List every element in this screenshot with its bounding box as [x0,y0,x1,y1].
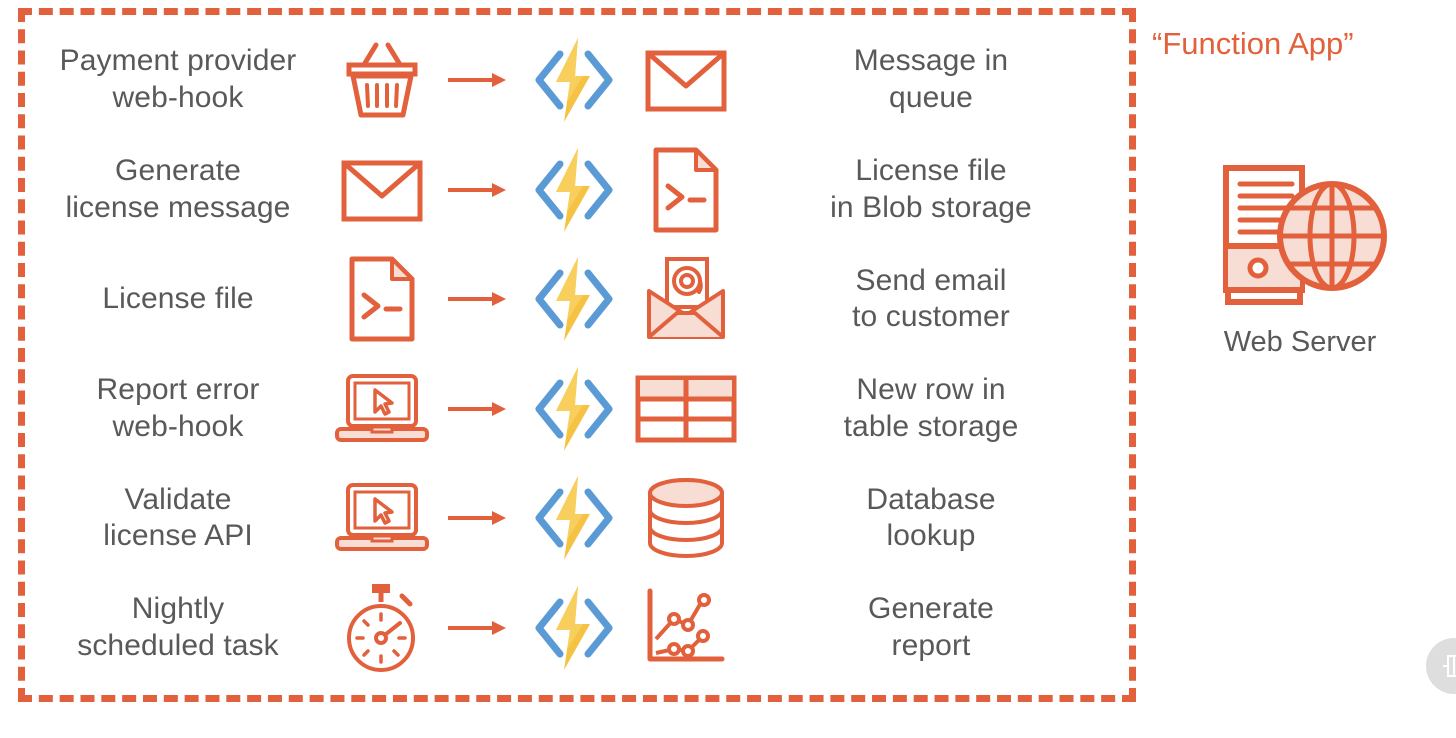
azure-functions-icon [518,32,630,128]
azure-functions-icon [518,361,630,457]
shopping-basket-icon [328,37,436,123]
presentation-badge-icon[interactable] [1426,638,1456,694]
diagram-canvas: Payment provider web-hook Message in que… [0,0,1456,738]
arrow-right-icon [436,398,518,420]
license-file-icon [630,146,742,234]
flow-row: Nightly scheduled task Generate report [28,576,1126,680]
line-chart-icon [630,587,742,669]
arrow-right-icon [436,179,518,201]
trigger-label: Generate license message [65,154,291,224]
output-label: Message in queue [853,44,1009,114]
function-app-title: “Function App” [1152,26,1354,61]
laptop-cursor-icon [328,481,436,555]
flow-row: Generate license message License file in… [28,138,1126,242]
arrow-right-icon [436,617,518,639]
output-label: License file in Blob storage [830,154,1032,224]
flow-row: Payment provider web-hook Message in que… [28,28,1126,132]
web-server-globe-icon [1202,160,1398,316]
arrow-right-icon [436,507,518,529]
license-file-icon [328,255,436,343]
trigger-label: Nightly scheduled task [77,592,279,662]
database-icon [630,475,742,561]
arrow-right-icon [436,288,518,310]
web-server-label: Web Server [1223,326,1377,358]
azure-functions-icon [518,580,630,676]
laptop-cursor-icon [328,372,436,446]
web-server-block: Web Server [1152,160,1448,359]
trigger-label: License file [102,281,254,315]
arrow-right-icon [436,69,518,91]
output-label: Generate report [868,592,994,662]
azure-functions-icon [518,142,630,238]
trigger-label: Report error web-hook [96,373,260,443]
envelope-icon [630,45,742,115]
flow-row: Report error web-hook New row in table s… [28,357,1126,461]
azure-functions-icon [518,251,630,347]
flow-row: License file Send email to customer [28,247,1126,351]
envelope-icon [328,155,436,225]
output-label: Database lookup [866,482,996,553]
flow-row-list: Payment provider web-hook Message in que… [28,14,1126,696]
table-storage-icon [630,374,742,444]
trigger-label: Payment provider web-hook [59,44,297,114]
stopwatch-icon [328,582,436,674]
trigger-label: Validate license API [103,482,253,553]
output-label: New row in table storage [843,373,1019,443]
azure-functions-icon [518,470,630,566]
output-label: Send email to customer [852,263,1010,334]
flow-row: Validate license API Database lookup [28,466,1126,570]
email-at-icon [630,257,742,341]
